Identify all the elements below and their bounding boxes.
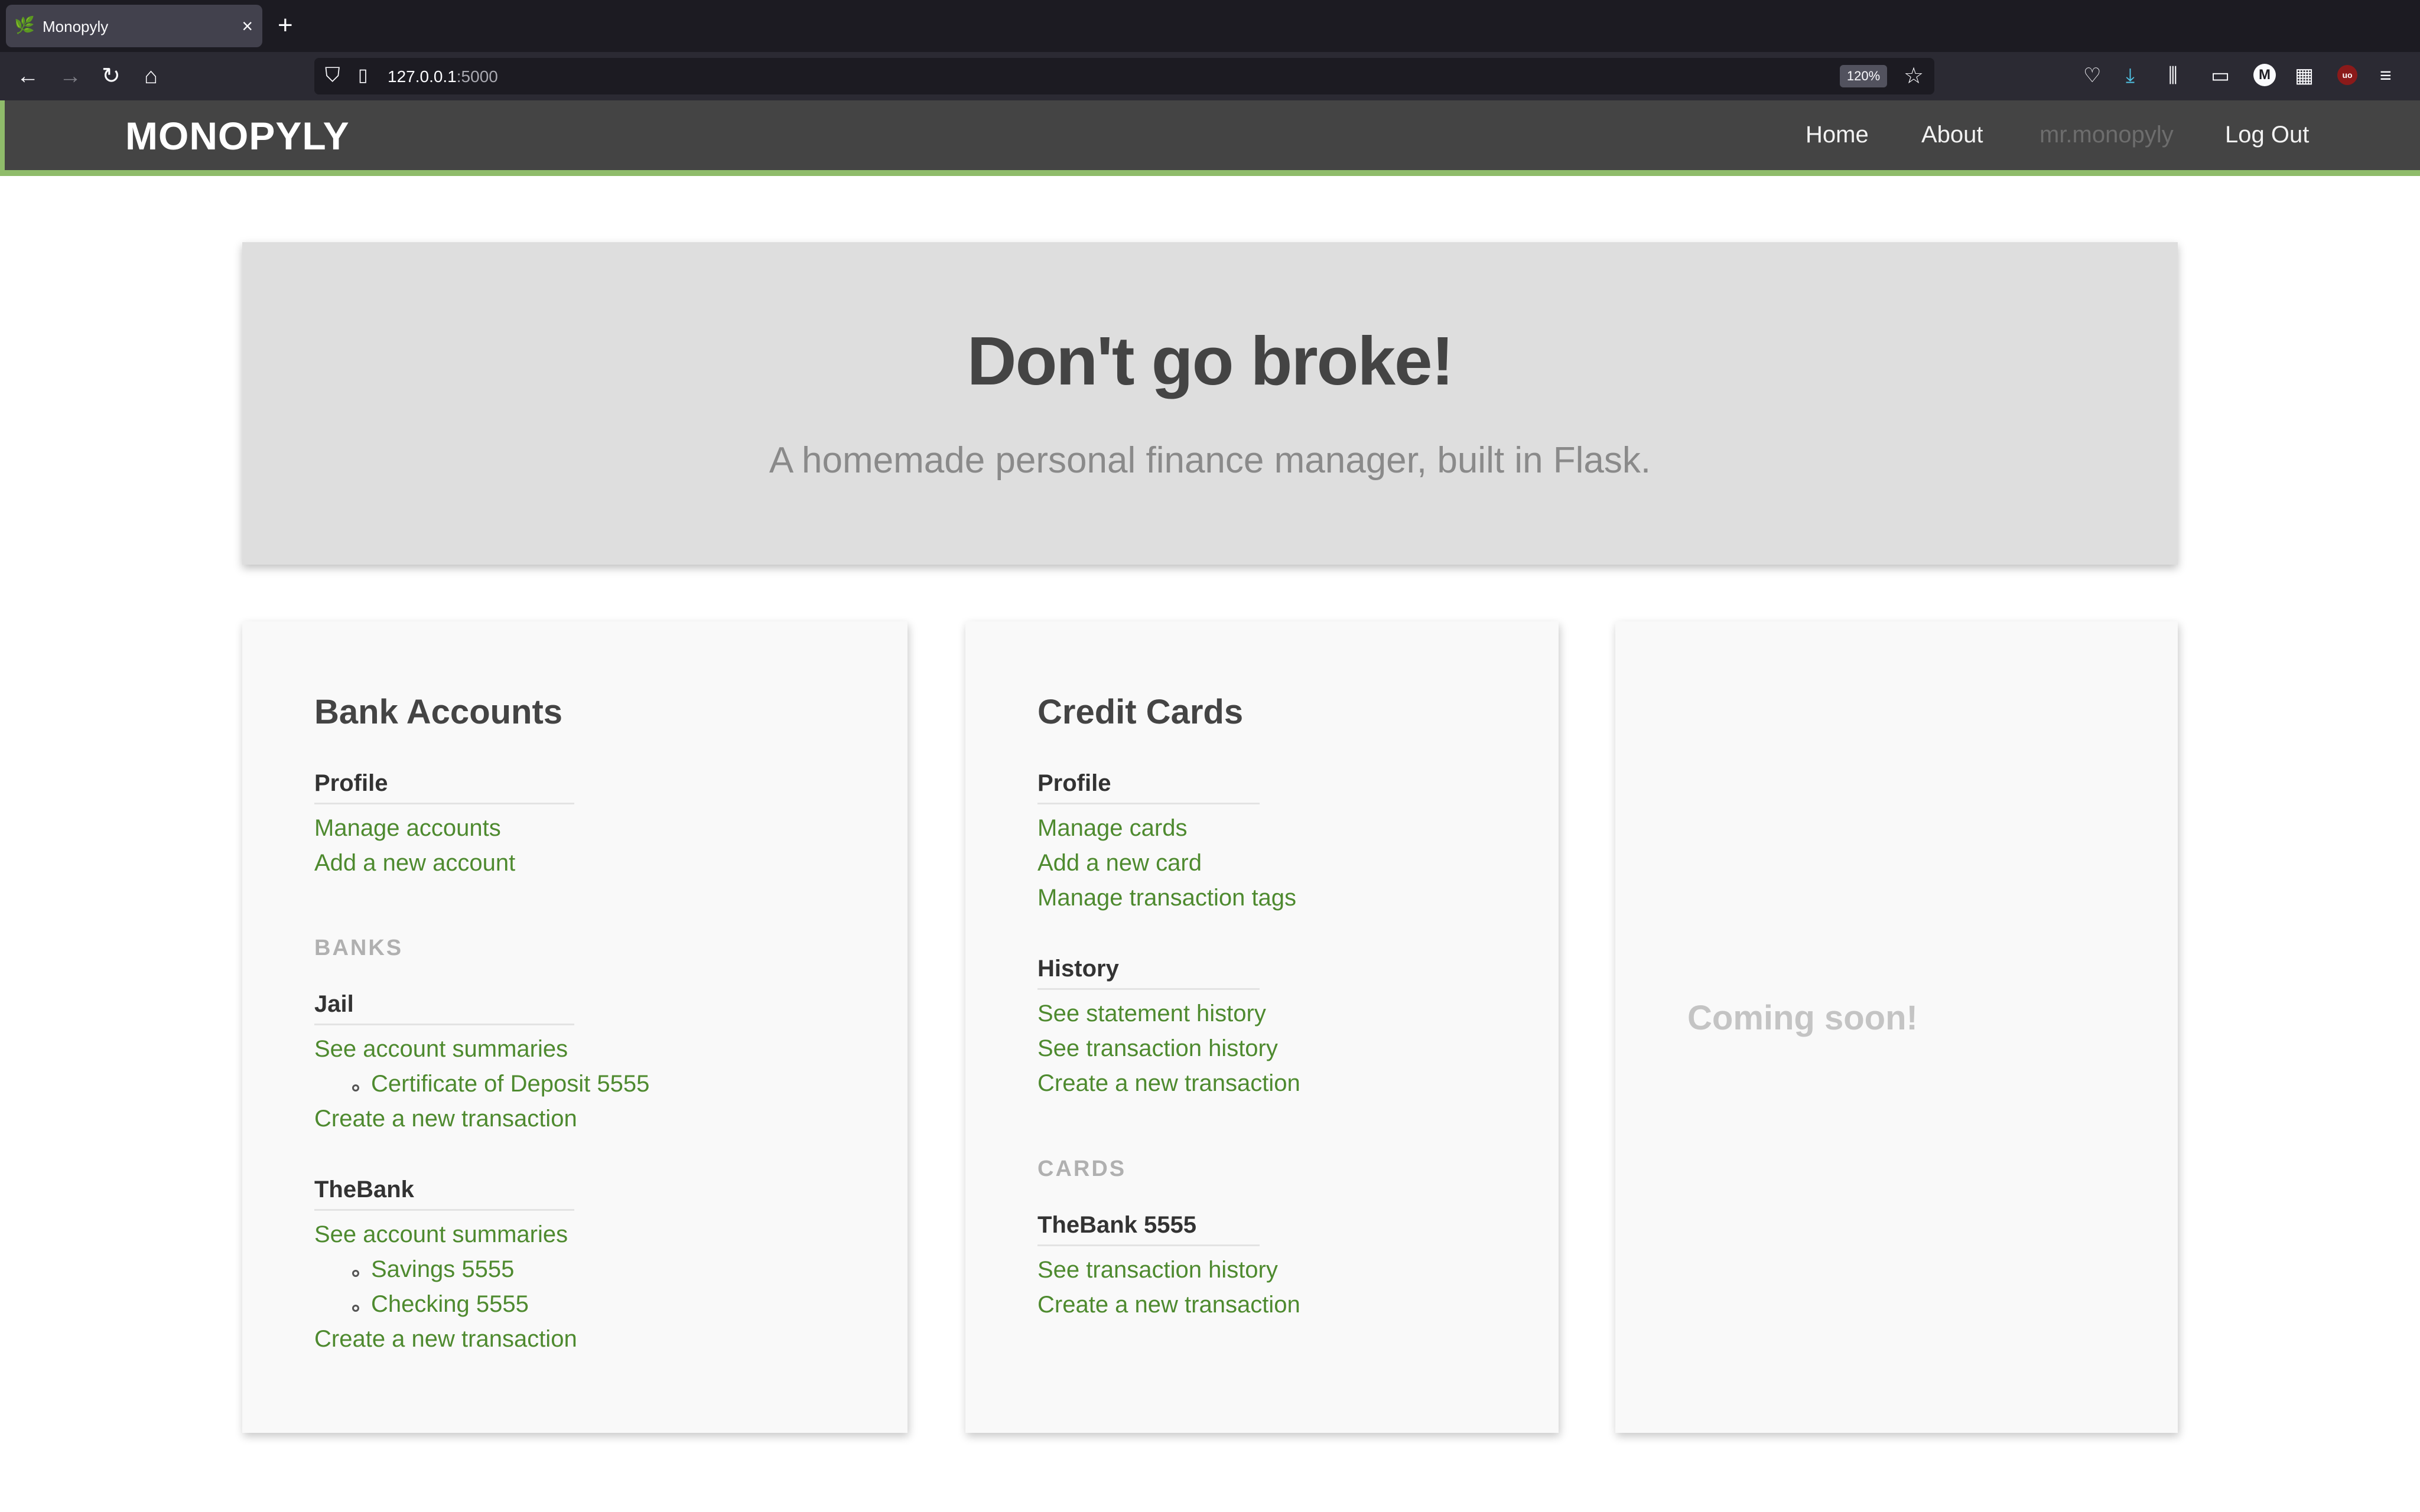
add-card-link[interactable]: Add a new card: [1037, 850, 1202, 876]
nav-logout-link[interactable]: Log Out: [2225, 122, 2309, 148]
sidebar-icon[interactable]: ▭: [2211, 61, 2230, 90]
list-bullet-icon: [352, 1084, 359, 1091]
back-icon[interactable]: ←: [17, 63, 39, 90]
bookmark-star-icon[interactable]: ☆: [1904, 63, 1924, 89]
hero-subtitle: A homemade personal finance manager, bui…: [769, 440, 1651, 481]
tab-title: Monopyly: [43, 18, 109, 35]
jail-create-transaction-link[interactable]: Create a new transaction: [314, 1106, 577, 1132]
banks-section-label: BANKS: [314, 936, 404, 960]
add-account-link[interactable]: Add a new account: [314, 850, 515, 876]
bank-name-thebank: TheBank: [314, 1177, 574, 1211]
bank-profile-heading: Profile: [314, 770, 574, 804]
library-icon[interactable]: ⫼: [2168, 61, 2178, 90]
coming-soon-text: Coming soon!: [1687, 999, 1918, 1037]
hero-title: Don't go broke!: [967, 322, 1454, 399]
card-name-thebank-5555: TheBank 5555: [1037, 1212, 1260, 1246]
account-link-savings-5555[interactable]: Savings 5555: [371, 1256, 514, 1283]
nav-home-link[interactable]: Home: [1806, 122, 1869, 148]
browser-tab[interactable]: 🌿 Monopyly ×: [6, 5, 262, 47]
transaction-history-link[interactable]: See transaction history: [1037, 1035, 1278, 1062]
card-history-heading: History: [1037, 956, 1260, 990]
close-tab-icon[interactable]: ×: [242, 14, 253, 38]
browser-tab-strip: 🌿 Monopyly × +: [0, 0, 2420, 52]
card-title: Bank Accounts: [314, 693, 563, 731]
hero-banner: Don't go broke! A homemade personal fina…: [242, 242, 2178, 565]
bank-accounts-card: Bank Accounts Profile Manage accounts Ad…: [242, 621, 908, 1433]
browser-toolbar: ← → ↻ ⌂ ⛉ ▯ 127.0.0.1:5000 120% ☆ ♡ ⤓ ⫼ …: [0, 52, 2420, 100]
list-bullet-icon: [352, 1305, 359, 1312]
nav-username-link[interactable]: mr.monopyly: [2040, 122, 2174, 148]
coming-soon-card: Coming soon!: [1615, 621, 2178, 1433]
ublock-icon[interactable]: uo: [2337, 65, 2357, 85]
url-bar[interactable]: ⛉ ▯ 127.0.0.1:5000 120% ☆: [314, 58, 1934, 94]
manage-tags-link[interactable]: Manage transaction tags: [1037, 885, 1296, 911]
page-info-icon[interactable]: ▯: [358, 65, 368, 86]
statement-history-link[interactable]: See statement history: [1037, 1001, 1266, 1027]
reload-icon[interactable]: ↻: [102, 63, 121, 90]
url-text[interactable]: 127.0.0.1:5000: [388, 67, 498, 86]
create-transaction-link[interactable]: Create a new transaction: [1037, 1070, 1300, 1097]
account-link-cd-5555[interactable]: Certificate of Deposit 5555: [371, 1071, 649, 1097]
forward-icon[interactable]: →: [59, 63, 82, 90]
new-tab-icon[interactable]: +: [278, 11, 293, 40]
tracking-shield-icon[interactable]: ⛉: [325, 64, 340, 87]
url-port: :5000: [456, 67, 498, 86]
pocket-icon[interactable]: ♡: [2083, 61, 2101, 90]
jail-account-summaries-link[interactable]: See account summaries: [314, 1036, 568, 1063]
site-header: MONOPYLY Home About mr.monopyly Log Out: [0, 100, 2420, 176]
manage-cards-link[interactable]: Manage cards: [1037, 815, 1187, 842]
monopyly-favicon-icon: 🌿: [14, 16, 35, 34]
extensions-icon[interactable]: ▦: [2295, 61, 2314, 90]
list-bullet-icon: [352, 1270, 359, 1277]
card-transaction-history-link[interactable]: See transaction history: [1037, 1257, 1278, 1283]
home-icon[interactable]: ⌂: [144, 63, 158, 90]
thebank-create-transaction-link[interactable]: Create a new transaction: [314, 1326, 577, 1353]
card-profile-heading: Profile: [1037, 770, 1260, 804]
thebank-account-summaries-link[interactable]: See account summaries: [314, 1221, 568, 1248]
account-link-checking-5555[interactable]: Checking 5555: [371, 1291, 529, 1318]
card-title: Credit Cards: [1037, 693, 1244, 731]
downloads-icon[interactable]: ⤓: [2126, 61, 2135, 90]
menu-icon[interactable]: ≡: [2380, 61, 2392, 90]
zoom-level-badge[interactable]: 120%: [1840, 65, 1887, 87]
account-avatar-icon[interactable]: M: [2253, 64, 2276, 86]
site-brand[interactable]: MONOPYLY: [125, 113, 350, 158]
card-create-transaction-link[interactable]: Create a new transaction: [1037, 1292, 1300, 1318]
cards-section-label: CARDS: [1037, 1156, 1127, 1181]
url-host: 127.0.0.1: [388, 67, 457, 86]
credit-cards-card: Credit Cards Profile Manage cards Add a …: [965, 621, 1559, 1433]
manage-accounts-link[interactable]: Manage accounts: [314, 815, 501, 842]
bank-name-jail: Jail: [314, 991, 574, 1025]
nav-about-link[interactable]: About: [1921, 122, 1983, 148]
